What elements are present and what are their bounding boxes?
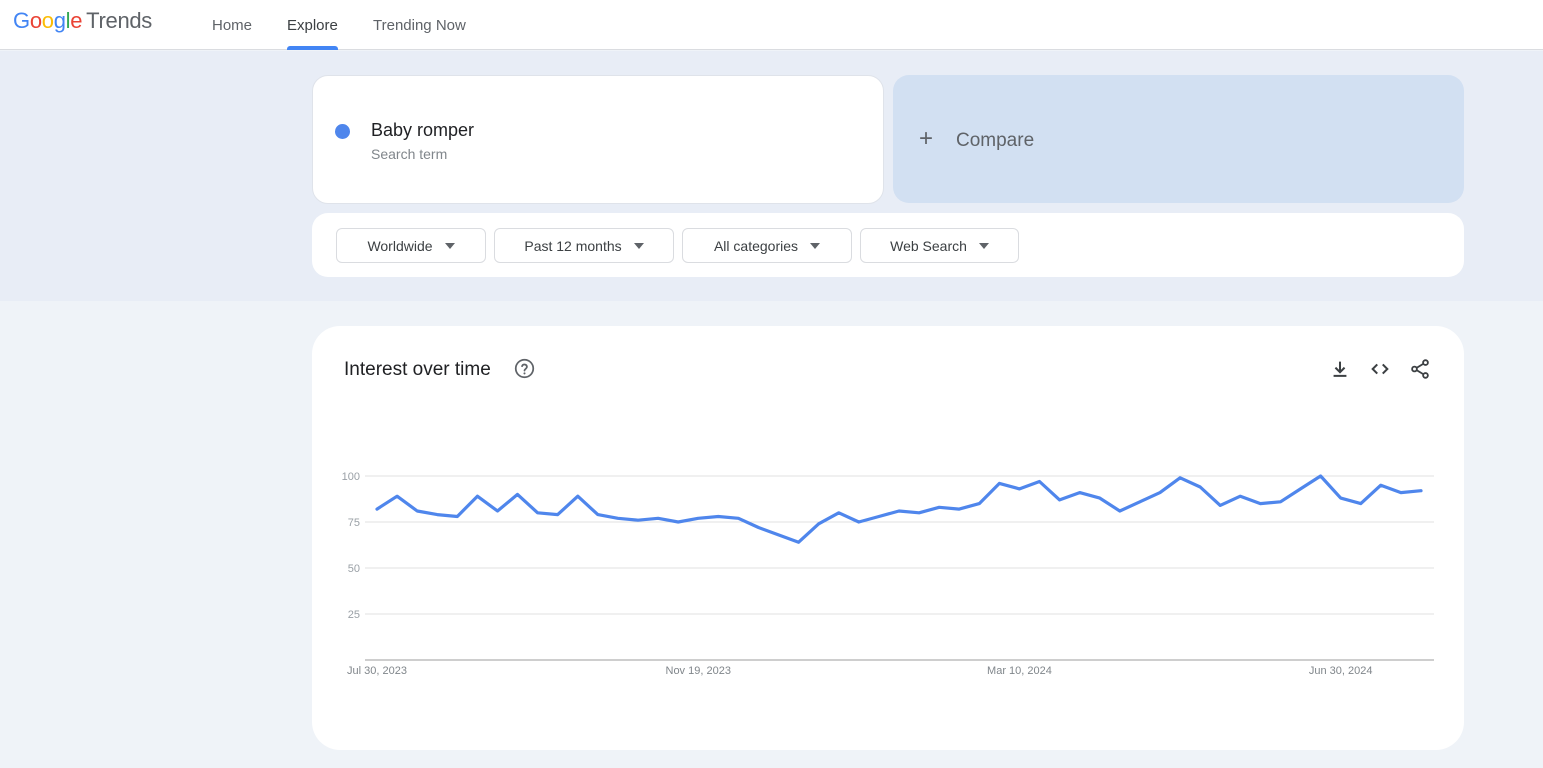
data-point	[873, 510, 885, 522]
filter-label: All categories	[713, 237, 799, 254]
filter-label: Past 12 months	[524, 237, 622, 254]
data-point	[1295, 483, 1307, 495]
data-point	[853, 516, 865, 528]
x-tick-label: Jun 30, 2024	[1309, 665, 1373, 677]
data-point	[1134, 496, 1146, 508]
nav-trending-now[interactable]: Trending Now	[373, 0, 466, 50]
data-point	[893, 505, 905, 517]
data-point	[491, 505, 503, 517]
search-term-card[interactable]: Baby romper Search term	[312, 75, 884, 204]
data-point	[1054, 494, 1066, 506]
data-point	[371, 503, 383, 515]
x-tick-label: Nov 19, 2023	[666, 665, 731, 677]
data-point	[1074, 487, 1086, 499]
data-point	[833, 507, 845, 519]
filter-label: Worldwide	[367, 237, 433, 254]
nav-home[interactable]: Home	[212, 0, 252, 50]
filter-bar: Worldwide Past 12 months All categories …	[312, 213, 1464, 277]
filter-category[interactable]: All categories	[682, 228, 852, 263]
data-point	[773, 529, 785, 541]
logo-letter: o	[41, 8, 54, 33]
interest-over-time-card: Interest over time 25 50 75 100 Jul 30, 202…	[312, 326, 1464, 750]
data-point	[933, 501, 945, 513]
data-point	[1114, 505, 1126, 517]
series-color-dot	[335, 124, 350, 139]
logo-letter: g	[53, 8, 66, 33]
data-point	[431, 509, 443, 521]
data-point	[1415, 485, 1427, 497]
data-point	[1194, 481, 1206, 493]
data-point	[752, 522, 764, 534]
compare-label: Compare	[956, 130, 1035, 151]
data-point	[953, 503, 965, 515]
nav-explore[interactable]: Explore	[287, 0, 338, 50]
google-trends-logo[interactable]: Google Trends	[13, 8, 152, 34]
data-point	[532, 507, 544, 519]
data-point	[411, 505, 423, 517]
data-point	[1013, 483, 1025, 495]
logo-letter: o	[29, 8, 42, 33]
data-point	[712, 510, 724, 522]
data-point	[993, 477, 1005, 489]
interest-line-chart: 25 50 75 100 Jul 30, 2023 Nov 19, 2023 Mar 10…	[342, 470, 1434, 677]
data-point	[913, 507, 925, 519]
data-point	[1234, 490, 1246, 502]
data-point	[451, 510, 463, 522]
nav-label: Explore	[287, 16, 338, 34]
data-point	[552, 509, 564, 521]
data-point	[1154, 487, 1166, 499]
search-term-type: Search term	[371, 146, 448, 162]
data-point	[1395, 487, 1407, 499]
data-point	[1274, 496, 1286, 508]
y-tick-label: 75	[348, 517, 360, 529]
nav-label: Home	[212, 16, 253, 34]
logo-letter: G	[13, 8, 30, 33]
data-point	[1315, 470, 1327, 482]
data-point	[1034, 476, 1046, 488]
caret-down-icon	[810, 242, 821, 249]
data-point	[813, 518, 825, 530]
data-point	[1214, 499, 1226, 511]
x-tick-label: Jul 30, 2023	[347, 665, 407, 677]
data-point	[1094, 492, 1106, 504]
search-term-name[interactable]: Baby romper	[371, 120, 474, 141]
data-point	[512, 488, 524, 500]
data-point	[1335, 492, 1347, 504]
data-point	[391, 490, 403, 502]
data-point	[572, 490, 584, 502]
data-point	[973, 498, 985, 510]
filter-search-type[interactable]: Web Search	[860, 228, 1019, 263]
data-point	[793, 536, 805, 548]
compare-button[interactable]: + Compare	[893, 75, 1464, 203]
caret-down-icon	[978, 242, 989, 249]
filter-region[interactable]: Worldwide	[336, 228, 486, 263]
data-point	[732, 512, 744, 524]
y-tick-label: 50	[348, 563, 360, 575]
data-point	[1375, 479, 1387, 491]
x-tick-label: Mar 10, 2024	[987, 665, 1052, 677]
logo-letter: e	[70, 8, 83, 33]
caret-down-icon	[633, 242, 644, 249]
data-point	[592, 509, 604, 521]
nav-label: Trending Now	[373, 16, 466, 34]
data-point	[692, 512, 704, 524]
top-app-bar: Google Trends Home Explore Trending Now	[0, 0, 1543, 50]
filter-label: Web Search	[890, 237, 967, 254]
caret-down-icon	[444, 242, 455, 249]
plus-icon: +	[919, 125, 934, 152]
filter-time-range[interactable]: Past 12 months	[494, 228, 674, 263]
logo-product-name: Trends	[86, 8, 153, 33]
data-point	[652, 512, 664, 524]
data-point	[471, 490, 483, 502]
data-point	[1355, 498, 1367, 510]
data-point	[632, 514, 644, 526]
y-tick-label: 100	[342, 471, 360, 483]
data-point	[1174, 472, 1186, 484]
y-tick-label: 25	[348, 609, 360, 621]
data-point	[612, 512, 624, 524]
data-point	[672, 516, 684, 528]
data-point	[1254, 498, 1266, 510]
